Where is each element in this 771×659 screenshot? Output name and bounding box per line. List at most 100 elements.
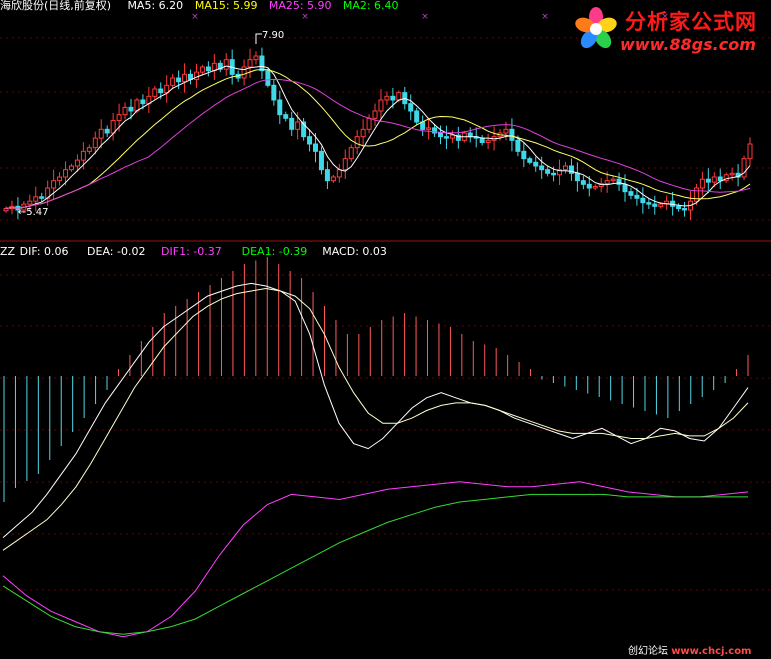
candle (467, 127, 473, 143)
chart-title: ZZ (0, 245, 16, 258)
candle-body (414, 110, 420, 123)
legend-item: MA5: 6.20 (127, 0, 183, 12)
candle (277, 90, 283, 124)
candle (122, 102, 128, 120)
candle (372, 103, 378, 126)
price-panel[interactable]: 7.90 ←5.47 (3, 30, 753, 221)
candle (449, 130, 455, 143)
candle-body (295, 121, 301, 130)
footer-watermark-right: www.chcj.com (671, 646, 752, 657)
legend-item: MA15: 5.99 (195, 0, 258, 12)
candle (360, 119, 366, 147)
candle-body (408, 103, 414, 112)
candle (699, 171, 705, 196)
candle-body (372, 110, 378, 119)
candle (426, 117, 432, 140)
footer-watermark: 创幻论坛 www.chcj.com (628, 642, 751, 657)
candle-body (539, 165, 545, 171)
candle-body (68, 165, 74, 171)
candle (729, 167, 735, 181)
candle-body (313, 143, 319, 152)
candle-body (205, 66, 211, 72)
candle (205, 61, 211, 77)
candle (557, 159, 563, 185)
watermark-site-url: www.88gs.com (620, 35, 756, 54)
candle (324, 161, 330, 190)
candle-body (128, 106, 134, 112)
candle-body (27, 200, 33, 205)
candle (223, 53, 229, 76)
legend-item: DEA: -0.02 (87, 245, 145, 258)
candle-body (676, 205, 682, 210)
legend-item: DIF1: -0.37 (161, 245, 222, 258)
candle-body (247, 59, 253, 68)
candle (307, 129, 313, 152)
candle-body (658, 203, 664, 207)
candle (247, 48, 253, 78)
candle (283, 111, 289, 122)
candle (574, 162, 580, 192)
legend-item: MA2: 6.40 (343, 0, 399, 12)
candle-body (604, 180, 610, 185)
candle-body (176, 77, 182, 83)
high-label: 7.90 (262, 30, 284, 41)
candle-body (158, 88, 164, 94)
candle (521, 142, 527, 168)
candle (533, 156, 539, 172)
stock-chart[interactable]: × × × × × 7.90←5.47 海欣股份(日线,前复权) MA5: 6.20 MA1… (0, 0, 771, 659)
candle (443, 125, 449, 150)
candle (527, 156, 533, 165)
candle-body (182, 73, 188, 83)
grid-marker: × (541, 12, 549, 22)
legend-item: MA25: 5.90 (269, 0, 332, 12)
candle (568, 158, 574, 181)
candle (610, 176, 616, 184)
indicator-panel[interactable] (2, 257, 749, 638)
candle (110, 113, 116, 141)
candle-body (307, 136, 313, 145)
candle-body (562, 165, 568, 171)
logo-flower-icon (575, 7, 617, 49)
candle-body (652, 203, 658, 207)
candle-body (533, 161, 539, 167)
candle-body (51, 180, 57, 189)
candle (301, 118, 307, 141)
candle (86, 144, 92, 155)
candle-body (699, 178, 705, 189)
candle-body (443, 136, 449, 139)
candle (509, 118, 515, 152)
candle (640, 187, 646, 214)
candle (348, 144, 354, 162)
candle (562, 162, 568, 174)
candle (723, 172, 729, 183)
watermark-site-name: 分析家公式网 (625, 10, 757, 34)
candle (336, 163, 342, 183)
candle (616, 172, 622, 191)
grid-marker: × (421, 12, 429, 22)
candle-body (39, 196, 45, 199)
candle (259, 47, 265, 80)
dea-line (2, 287, 749, 551)
candle (182, 63, 188, 93)
candle-body (527, 158, 533, 163)
candle-body (265, 70, 271, 86)
candle-body (116, 114, 122, 122)
candle (384, 91, 390, 105)
candle (188, 69, 194, 85)
candle-body (551, 172, 557, 176)
candle-body (426, 127, 432, 130)
candle-body (253, 55, 259, 61)
candle (217, 60, 223, 73)
candle-body (509, 128, 515, 141)
candle-body (586, 183, 592, 189)
candle (580, 175, 586, 190)
candle-body (622, 183, 628, 193)
candle-body (634, 194, 640, 199)
candle (146, 87, 152, 113)
candle-body (437, 132, 443, 138)
candle (318, 146, 324, 175)
candle-body (503, 128, 509, 134)
candle-body (682, 208, 688, 211)
candle-body (366, 117, 372, 130)
candle-body (277, 99, 283, 116)
